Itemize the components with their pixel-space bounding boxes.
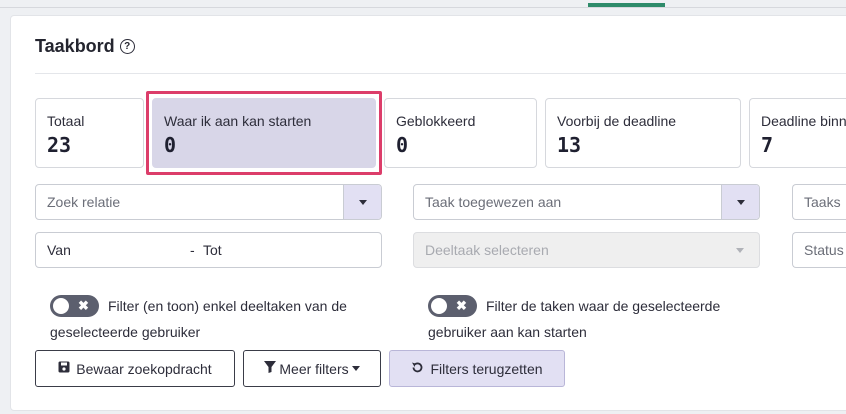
help-icon[interactable]: ? [119,39,135,54]
assignee-dropdown-button[interactable] [721,185,759,219]
more-filters-label: Meer filters [279,360,349,377]
top-nav-bar [0,0,846,8]
save-search-button[interactable]: Bewaar zoekopdracht [35,350,235,387]
date-range-input[interactable]: Van - Tot [35,232,382,268]
relation-dropdown-button[interactable] [343,185,381,219]
date-from-label: Van [47,242,71,258]
stat-label: Voorbij de deadline [557,113,677,129]
stat-card-blocked[interactable]: Geblokkeerd 0 [384,98,537,168]
assignee-select[interactable]: Taak toegewezen aan [413,184,760,220]
title-divider [35,73,846,74]
chevron-down-icon [736,199,745,205]
task-type-placeholder: Taaks [804,194,841,210]
active-tab-indicator [588,3,665,7]
stat-label: Totaal [47,113,85,129]
relation-placeholder: Zoek relatie [47,194,121,210]
page-title: Taakbord ? [35,36,135,57]
stat-label: Waar ik aan kan starten [164,113,312,129]
stat-value: 0 [396,133,409,157]
date-to-label: Tot [203,242,222,258]
subtask-placeholder: Deeltaak selecteren [425,242,549,258]
chevron-down-icon [358,199,367,205]
assignee-placeholder: Taak toegewezen aan [425,194,562,210]
reset-filters-label: Filters terugzetten [430,360,543,377]
stat-label: Geblokkeerd [396,113,476,129]
chevron-down-icon [351,366,360,371]
stat-label: Deadline binn [761,113,846,129]
stat-card-deadline-within[interactable]: Deadline binn 7 [749,98,846,168]
save-search-label: Bewaar zoekopdracht [76,360,212,377]
page-title-text: Taakbord [35,36,115,56]
undo-icon [411,361,424,377]
stat-value: 0 [164,133,177,157]
subtask-select: Deeltaak selecteren [413,232,760,268]
status-select[interactable]: Status [792,232,846,268]
stat-value: 13 [557,133,582,157]
startable-toggle-label: Filter de taken waar de geselecteerde ge… [428,298,721,340]
stat-card-startable[interactable]: Waar ik aan kan starten 0 [152,98,376,168]
status-placeholder: Status [804,242,844,258]
stat-value: 7 [761,133,774,157]
stat-value: 23 [47,133,72,157]
stat-card-overdue[interactable]: Voorbij de deadline 13 [545,98,741,168]
more-filters-button[interactable]: Meer filters [243,350,381,387]
date-separator: - [190,242,195,258]
subtasks-toggle-label: Filter (en toon) enkel deeltaken van de … [50,298,347,340]
task-type-select[interactable]: Taaks [792,184,846,220]
save-icon [58,361,70,376]
relation-search-select[interactable]: Zoek relatie [35,184,382,220]
stat-card-total[interactable]: Totaal 23 [35,98,144,168]
filter-icon [264,361,277,376]
subtask-dropdown-button [721,233,759,267]
chevron-down-icon [736,247,744,253]
reset-filters-button[interactable]: Filters terugzetten [389,350,565,387]
